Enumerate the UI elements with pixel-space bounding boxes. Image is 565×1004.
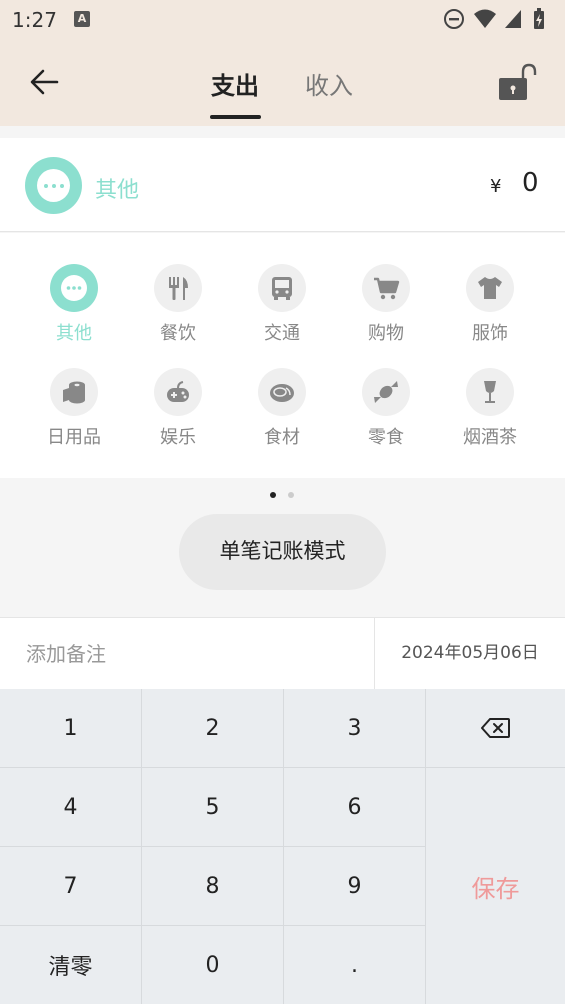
status-bar: 1:27 A bbox=[0, 0, 565, 40]
category-grid: 其他 餐饮 交通 购物 服饰 日用品 娱乐 食材 零食 烟酒茶 bbox=[0, 233, 565, 478]
back-button[interactable] bbox=[22, 62, 66, 102]
key-8[interactable]: 8 bbox=[142, 847, 284, 926]
date-picker-button[interactable]: 2024年05月06日 bbox=[375, 618, 565, 689]
category-entertainment[interactable]: 娱乐 bbox=[128, 368, 228, 458]
key-4[interactable]: 4 bbox=[0, 768, 142, 847]
single-entry-mode-button[interactable]: 单笔记账模式 bbox=[179, 514, 386, 590]
amount-display: 0 bbox=[522, 168, 539, 198]
category-shopping[interactable]: 购物 bbox=[336, 264, 436, 354]
note-input[interactable] bbox=[0, 618, 374, 689]
key-1[interactable]: 1 bbox=[0, 689, 142, 768]
page-dot-active bbox=[270, 492, 276, 498]
note-date-row: 2024年05月06日 bbox=[0, 617, 565, 689]
category-label: 食材 bbox=[264, 427, 300, 448]
more-dots-icon bbox=[61, 275, 87, 301]
category-ingredients[interactable]: 食材 bbox=[232, 368, 332, 458]
arrow-left-icon bbox=[30, 69, 59, 95]
tab-expense[interactable]: 支出 bbox=[211, 66, 259, 101]
tab-indicator bbox=[210, 115, 261, 119]
status-icons bbox=[443, 8, 553, 30]
wifi-icon bbox=[474, 9, 496, 28]
tshirt-icon bbox=[478, 277, 502, 299]
key-0[interactable]: 0 bbox=[142, 926, 284, 1004]
backspace-key[interactable] bbox=[426, 689, 565, 768]
key-6[interactable]: 6 bbox=[284, 768, 426, 847]
unlock-icon bbox=[499, 63, 537, 100]
category-label: 餐饮 bbox=[160, 323, 196, 344]
meat-icon bbox=[270, 384, 294, 402]
backspace-icon bbox=[480, 718, 510, 738]
category-transport[interactable]: 交通 bbox=[232, 264, 332, 354]
spacer bbox=[0, 126, 565, 138]
currency-symbol: ¥ bbox=[490, 176, 502, 197]
save-button[interactable]: 保存 bbox=[426, 768, 565, 1004]
more-dots-icon bbox=[25, 157, 82, 214]
key-3[interactable]: 3 bbox=[284, 689, 426, 768]
category-daily-goods[interactable]: 日用品 bbox=[24, 368, 124, 458]
category-snacks[interactable]: 零食 bbox=[336, 368, 436, 458]
bus-icon bbox=[272, 277, 292, 300]
category-label: 日用品 bbox=[47, 427, 101, 448]
category-pager: 单笔记账模式 bbox=[0, 478, 565, 618]
category-tobacco-alcohol-tea[interactable]: 烟酒茶 bbox=[440, 368, 540, 458]
candy-icon bbox=[374, 381, 398, 403]
category-label: 购物 bbox=[368, 323, 404, 344]
key-7[interactable]: 7 bbox=[0, 847, 142, 926]
status-time: 1:27 bbox=[12, 8, 57, 32]
selected-category-row: 其他 ¥ 0 bbox=[0, 138, 565, 232]
numeric-keypad: 1 2 3 4 5 6 7 8 9 清零 0 . 保存 bbox=[0, 689, 565, 1004]
key-9[interactable]: 9 bbox=[284, 847, 426, 926]
category-clothing[interactable]: 服饰 bbox=[440, 264, 540, 354]
do-not-disturb-icon bbox=[444, 9, 464, 29]
lock-button[interactable] bbox=[497, 62, 543, 104]
key-2[interactable]: 2 bbox=[142, 689, 284, 768]
category-label: 零食 bbox=[368, 427, 404, 448]
category-label: 交通 bbox=[264, 323, 300, 344]
decimal-key[interactable]: . bbox=[284, 926, 426, 1004]
category-label: 娱乐 bbox=[160, 427, 196, 448]
selected-category-label: 其他 bbox=[95, 178, 140, 203]
clear-key[interactable]: 清零 bbox=[0, 926, 142, 1004]
category-other[interactable]: 其他 bbox=[24, 264, 124, 354]
tab-income[interactable]: 收入 bbox=[305, 66, 353, 101]
fork-knife-icon bbox=[169, 277, 188, 300]
battery-icon bbox=[534, 8, 544, 29]
tissue-roll-icon bbox=[63, 381, 85, 404]
top-bar: 支出 收入 bbox=[0, 40, 565, 126]
category-label: 烟酒茶 bbox=[463, 427, 517, 448]
page-dot bbox=[288, 492, 294, 498]
category-label: 其他 bbox=[56, 323, 92, 344]
category-label: 服饰 bbox=[472, 323, 508, 344]
gamepad-icon bbox=[167, 381, 189, 402]
category-dining[interactable]: 餐饮 bbox=[128, 264, 228, 354]
notification-icon: A bbox=[74, 11, 90, 27]
wine-glass-icon bbox=[484, 381, 496, 403]
cart-icon bbox=[374, 277, 400, 300]
signal-icon bbox=[505, 10, 521, 28]
key-5[interactable]: 5 bbox=[142, 768, 284, 847]
